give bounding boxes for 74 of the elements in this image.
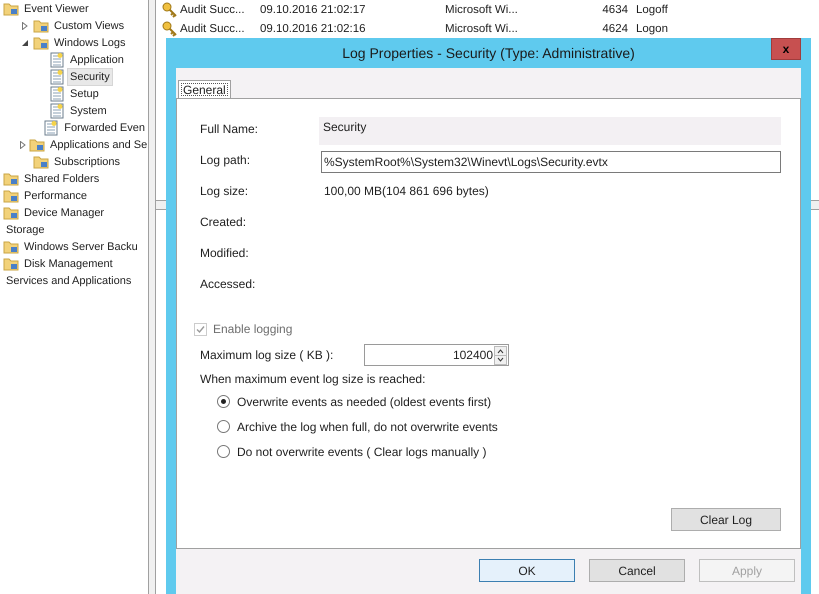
field-label: Full Name:: [200, 121, 260, 136]
expand-icon[interactable]: [19, 140, 27, 148]
folder-icon: [3, 204, 19, 220]
tab[interactable]: General: [178, 80, 231, 99]
table-cell-text: 09.10.2016 21:02:16: [260, 22, 367, 34]
dialog-button[interactable]: Cancel: [589, 559, 685, 582]
section-label: When maximum event log size is reached:: [200, 371, 426, 388]
folder-icon: [33, 154, 49, 170]
tree-item[interactable]: Storage: [3, 220, 48, 238]
folder-icon: [33, 18, 49, 34]
tree-item[interactable]: Services and Applications: [3, 272, 134, 290]
table-cell-text: 4634: [601, 4, 629, 16]
window-title: Log Properties - Security (Type: Administrative): [342, 45, 635, 61]
folder-icon: [29, 136, 45, 152]
spin-arrows-icon: [494, 346, 507, 364]
field-value: 100,00 MB(104 861 696 bytes): [323, 183, 490, 198]
field-label: Modified:: [200, 245, 250, 260]
field-label: Accessed:: [200, 276, 256, 291]
checkbox-label: Enable logging: [213, 322, 292, 336]
radio-button[interactable]: [217, 395, 230, 408]
folder-icon: [3, 188, 19, 204]
table-cell-text: Audit Succ...: [179, 4, 246, 16]
dialog-button[interactable]: OK: [479, 559, 575, 582]
log-icon: [49, 86, 65, 102]
tree-item[interactable]: Custom Views: [51, 16, 128, 34]
value-field: Security: [319, 117, 781, 145]
folder-icon: [3, 0, 19, 16]
folder-icon: [3, 238, 19, 254]
expand-icon[interactable]: [21, 22, 29, 30]
spin-field[interactable]: 102400: [364, 344, 509, 366]
tree-item[interactable]: Applications and Se: [47, 136, 148, 154]
log-icon: [49, 52, 65, 68]
field-label: Log path:: [200, 152, 252, 167]
key-icon: [162, 2, 178, 18]
collapse-icon[interactable]: [21, 38, 29, 46]
tree-item[interactable]: System: [67, 102, 110, 120]
tree-item[interactable]: Windows Logs: [51, 34, 129, 52]
tree-item[interactable]: Security: [67, 68, 113, 86]
radio-label: Archive the log when full, do not overwrite events: [237, 420, 498, 434]
field-label: Created:: [200, 214, 248, 229]
table-cell-text: 09.10.2016 21:02:17: [260, 4, 367, 16]
log-icon: [49, 68, 65, 84]
table-cell-text: Microsoft Wi...: [445, 22, 519, 34]
tree-item[interactable]: Setup: [67, 84, 102, 102]
field-label: Maximum log size ( KB ):: [200, 348, 334, 362]
folder-icon: [33, 34, 49, 50]
tree-item[interactable]: Shared Folders: [21, 170, 102, 188]
folder-icon: [3, 256, 19, 272]
input-field[interactable]: %SystemRoot%\System32\Winevt\Logs\Security.evtx: [321, 151, 781, 173]
table-cell-text: 4624: [601, 22, 629, 34]
key-icon: [162, 20, 178, 36]
tree-item[interactable]: Windows Server Backu: [21, 238, 141, 256]
radio-button[interactable]: [217, 420, 230, 433]
field-label: Log size:: [200, 183, 250, 198]
radio-button[interactable]: [217, 445, 230, 458]
radio-label: Overwrite events as needed (oldest events first): [237, 394, 492, 408]
tree-item[interactable]: Subscriptions: [51, 152, 124, 170]
table-cell: Logon: [636, 22, 668, 34]
table-cell: Logoff: [636, 4, 668, 16]
log-icon: [43, 120, 60, 136]
close-button[interactable]: x: [771, 38, 801, 60]
radio-label: Do not overwrite events ( Clear logs manually ): [237, 444, 486, 458]
splitter-bar[interactable]: [148, 0, 156, 594]
tree-item[interactable]: Disk Management: [21, 254, 116, 272]
tree-item[interactable]: Application: [67, 50, 127, 68]
table-cell-text: Microsoft Wi...: [445, 4, 519, 16]
tree-item[interactable]: Device Manager: [21, 204, 108, 222]
folder-icon: [3, 170, 19, 186]
table-cell-text: Audit Succ...: [179, 22, 246, 34]
tree-item[interactable]: Forwarded Even: [61, 118, 148, 136]
clear-log-button[interactable]: Clear Log: [671, 508, 781, 531]
tree-item[interactable]: Performance: [21, 186, 90, 204]
log-icon: [49, 102, 65, 118]
tree-item[interactable]: Event Viewer: [21, 0, 92, 18]
